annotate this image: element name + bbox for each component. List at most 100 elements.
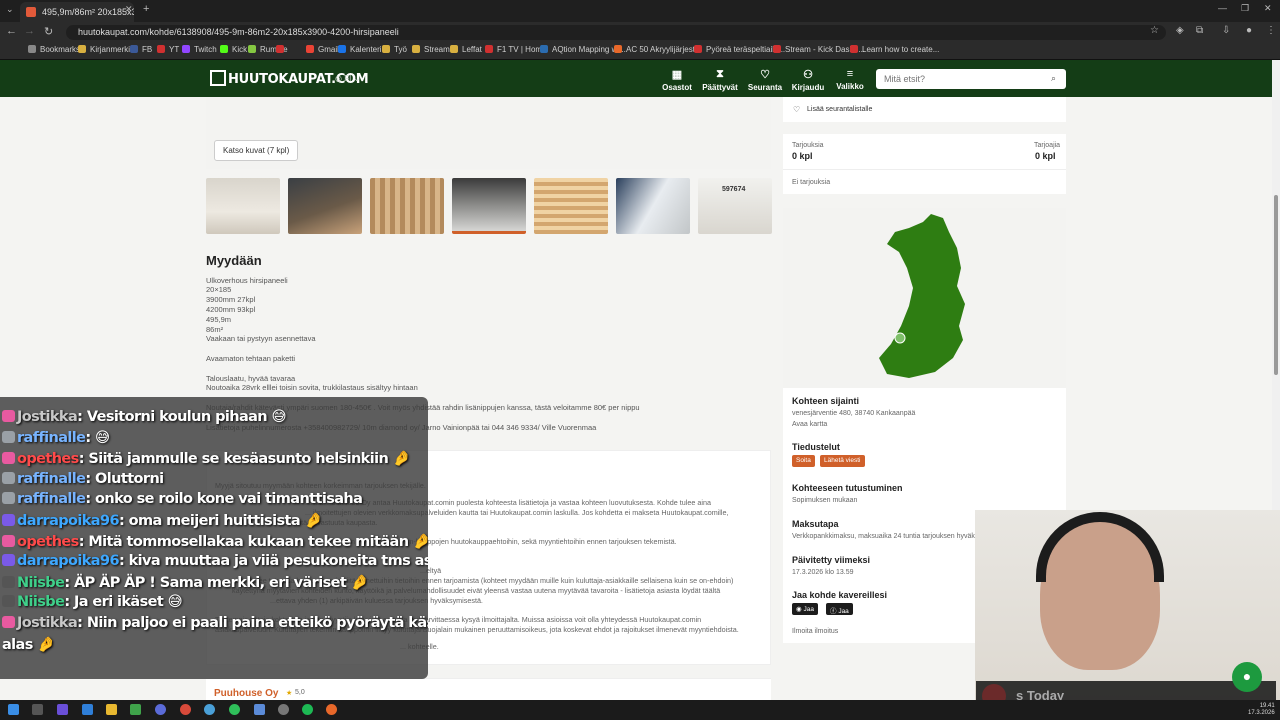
bookmark-item[interactable]: Twitch (182, 45, 217, 54)
show-pictures-button[interactable]: Katso kuvat (7 kpl) (214, 140, 299, 161)
share-facebook-button[interactable]: ⓕ Jaa (826, 603, 853, 615)
nav-item-päättyvät[interactable]: ⧗ Päättyvät (698, 68, 742, 92)
nav-item-osastot[interactable]: ▦ Osastot (655, 68, 699, 92)
bookmark-item[interactable]: Gmail (306, 45, 339, 54)
watch-link[interactable]: Lisää seurantalistalle (807, 106, 872, 113)
chat-username: darrapoika96 (17, 553, 120, 570)
taskbar-app-5-icon[interactable] (180, 704, 191, 715)
spotify-icon[interactable] (302, 704, 313, 715)
location-pin-icon (894, 332, 906, 344)
updated-title: Päivitetty viimeksi (792, 555, 871, 565)
stream-chat-overlay: Jostikka: Vesitorni koulun pihaan 😅 raffi… (0, 397, 428, 679)
taskbar-app-6-icon[interactable] (254, 704, 265, 715)
bookmark-favicon-icon (157, 45, 165, 53)
tab-search-icon[interactable]: ⌄ (6, 4, 14, 15)
window-close-icon[interactable]: ✕ (1264, 3, 1272, 14)
chat-message: darrapoika96: oma meijeri huittisista 🤌 (2, 512, 323, 529)
reload-icon[interactable]: ↻ (44, 25, 53, 38)
taskview-icon[interactable] (32, 704, 43, 715)
chrome-icon[interactable] (204, 704, 215, 715)
search-input[interactable] (876, 69, 1066, 89)
chat-text: : Oluttorni (85, 470, 164, 487)
description-line: 495,9m (206, 315, 232, 324)
bookmark-label: Twitch (194, 45, 217, 54)
bookmark-item[interactable]: Leffat (450, 45, 482, 54)
thumbnail-1[interactable] (206, 178, 280, 234)
nav-item-seuranta[interactable]: ♡ Seuranta (743, 68, 787, 92)
bookmark-item[interactable]: Bookmarks (28, 45, 80, 54)
taskbar-app-7-icon[interactable] (278, 704, 289, 715)
search-icon[interactable]: ⌕ (1051, 73, 1056, 84)
scrollbar-thumb[interactable] (1274, 195, 1278, 375)
bookmark-favicon-icon (248, 45, 256, 53)
bookmark-item[interactable]: YT (157, 45, 179, 54)
no-offers-text: Ei tarjouksia (792, 179, 831, 186)
bookmark-item[interactable]: Kalenteri (338, 45, 382, 54)
report-link[interactable]: Ilmoita ilmoitus (792, 628, 838, 635)
chat-text: : 😅 (85, 429, 110, 446)
browser-tab[interactable]: 495,9m/86m² 20x185x3900-42... (20, 2, 134, 22)
bookmark-favicon-icon (412, 45, 420, 53)
chat-username: darrapoika96 (17, 513, 120, 529)
file-explorer-icon[interactable] (106, 704, 117, 715)
bookmark-star-icon[interactable]: ☆ (1150, 25, 1159, 36)
bookmark-item[interactable]: Pyöreä teräspeltiaila... (694, 45, 785, 54)
bookmark-item[interactable]: Kick (220, 45, 247, 54)
forward-icon[interactable]: → (24, 25, 35, 37)
send-message-button[interactable]: Lähetä viesti (820, 455, 865, 467)
taskbar-app-3-icon[interactable] (130, 704, 141, 715)
thumbnail-3[interactable] (370, 178, 444, 234)
download-icon[interactable]: ⇩ (1222, 25, 1230, 36)
heart-icon[interactable]: ♡ (793, 105, 800, 114)
thumbnail-7[interactable]: 597674 (698, 178, 772, 234)
thumbnail-5[interactable] (534, 178, 608, 234)
back-icon[interactable]: ← (6, 25, 17, 37)
bookmark-item[interactable]: F1 TV | Home (485, 45, 547, 54)
new-tab-icon[interactable]: + (143, 3, 149, 15)
bookmark-item[interactable] (276, 45, 288, 54)
bookmark-item[interactable]: Learn how to create... (850, 45, 939, 54)
thumbnail-6[interactable] (616, 178, 690, 234)
maximize-icon[interactable]: ❐ (1241, 3, 1249, 14)
open-map-link[interactable]: Avaa kartta (792, 421, 827, 428)
bookmark-item[interactable]: AC 50 Akryylijärjest... (614, 45, 702, 54)
bookmark-item[interactable]: Työ (382, 45, 407, 54)
bookmark-item[interactable]: AQtion Mapping wi... (540, 45, 626, 54)
bookmark-favicon-icon (382, 45, 390, 53)
chat-message: alas 🤌 (2, 636, 55, 653)
share-whatsapp-button[interactable]: ◉ Jaa (792, 603, 818, 615)
chat-username: raffinalle (17, 491, 86, 508)
bookmark-item[interactable]: Kirjanmerkit (78, 45, 132, 54)
nav-item-kirjaudu[interactable]: ⚇ Kirjaudu (786, 68, 830, 92)
url-field[interactable]: huutokaupat.com/kohde/6138908/495-9m-86m… (66, 25, 1166, 40)
chat-message: darrapoika96: kiva muuttaa ja viiä pesuk… (2, 553, 428, 569)
start-icon[interactable] (8, 704, 19, 715)
browser-menu-icon[interactable]: ⋮ (1266, 25, 1276, 36)
whatsapp-taskbar-icon[interactable] (229, 704, 240, 715)
call-button[interactable]: Soita (792, 455, 815, 467)
profile-avatar-icon[interactable]: ● (1246, 25, 1252, 36)
language-selector[interactable]: ◎ FI ⌄ (335, 74, 360, 83)
bookmark-item[interactable]: FB (130, 45, 152, 54)
taskbar-clock[interactable]: 19.41 17.3.2026 (1248, 703, 1275, 717)
chat-support-icon[interactable]: ● (1232, 662, 1262, 692)
thumbnail-4[interactable] (452, 178, 526, 234)
minimize-icon[interactable]: — (1218, 3, 1227, 13)
tab-close-icon[interactable]: ✕ (125, 4, 133, 15)
nav-item-valikko[interactable]: ≡ Valikko (828, 68, 872, 91)
extensions-icon[interactable]: ⧉ (1196, 25, 1203, 36)
extension-shield-icon[interactable]: ◈ (1176, 25, 1184, 36)
thumbnail-2[interactable] (288, 178, 362, 234)
bookmark-favicon-icon (450, 45, 458, 53)
taskbar-app-4-icon[interactable] (155, 704, 166, 715)
taskbar-app-1-icon[interactable] (57, 704, 68, 715)
taskbar-app-2-icon[interactable] (82, 704, 93, 715)
location-map[interactable] (783, 208, 1066, 388)
firefox-icon[interactable] (326, 704, 337, 715)
clock-time: 19.41 (1259, 703, 1275, 709)
thumbnail-label: 597674 (722, 186, 746, 193)
chat-badge-icon (2, 410, 15, 422)
bookmark-item[interactable]: Stream (412, 45, 450, 54)
heart-icon: ♡ (760, 69, 770, 81)
seller-name[interactable]: Puuhouse Oy (214, 688, 278, 699)
